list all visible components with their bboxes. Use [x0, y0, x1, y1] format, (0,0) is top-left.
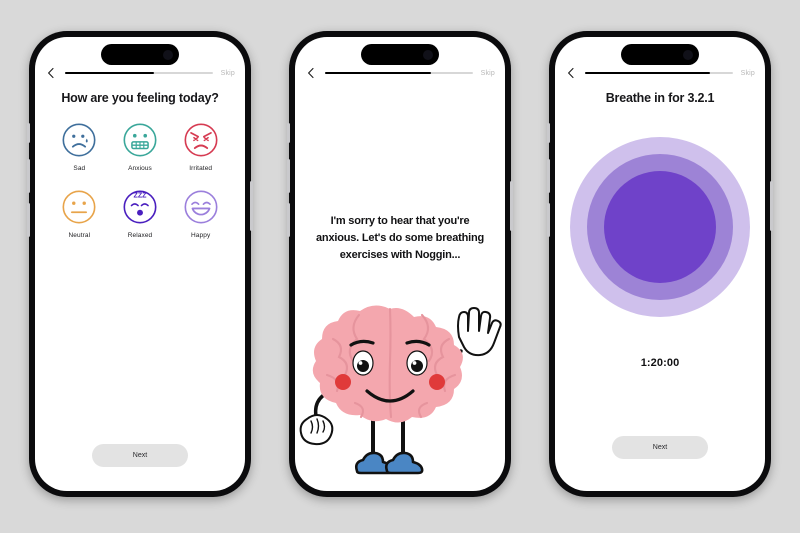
silent-switch[interactable]: [547, 123, 550, 143]
dynamic-island: [621, 44, 699, 65]
phone-screen-mood-picker: Skip How are you feeling today? Sad Anxi…: [35, 37, 245, 491]
nav-bar-2: Skip: [295, 64, 505, 82]
mood-label: Sad: [73, 165, 86, 172]
volume-up-button[interactable]: [287, 159, 290, 193]
progress-bar-2: [325, 72, 473, 74]
mood-label: Happy: [191, 232, 211, 239]
progress-bar-fill: [65, 72, 154, 74]
anxious-face-icon: [123, 123, 157, 157]
progress-bar-3: [585, 72, 733, 74]
power-button[interactable]: [770, 181, 773, 231]
irritated-face-icon: [184, 123, 218, 157]
noggin-brain-mascot: [295, 287, 505, 487]
front-camera-icon: [163, 49, 173, 60]
svg-text:ZZZ: ZZZ: [133, 192, 147, 200]
chevron-left-icon[interactable]: [565, 67, 577, 79]
skip-link-3[interactable]: Skip: [741, 70, 755, 77]
page-title-breathe: Breathe in for 3.2.1: [605, 91, 715, 105]
screenshot-stage: Skip How are you feeling today? Sad Anxi…: [0, 0, 800, 533]
chevron-left-icon[interactable]: [305, 67, 317, 79]
ring-inner: [604, 171, 716, 283]
mood-option-sad[interactable]: Sad: [49, 121, 110, 172]
mood-label: Relaxed: [127, 232, 153, 239]
skip-link-2[interactable]: Skip: [481, 70, 495, 77]
breathing-animation: [570, 137, 750, 317]
phone-mockup-3: Skip Breathe in for 3.2.1 1:20:00 Next: [547, 31, 773, 497]
next-button-3[interactable]: Next: [612, 436, 708, 459]
mood-option-irritated[interactable]: Irritated: [170, 121, 231, 172]
mascot-message-text: I'm sorry to hear that you're anxious. L…: [316, 215, 484, 262]
front-camera-icon: [683, 49, 693, 60]
happy-face-icon: [184, 190, 218, 224]
phone-screen-mascot-message: Skip I'm sorry to hear that you're anxio…: [295, 37, 505, 491]
mood-label: Neutral: [68, 232, 91, 239]
mood-option-happy[interactable]: Happy: [170, 188, 231, 239]
mood-option-neutral[interactable]: Neutral: [49, 188, 110, 239]
relaxed-face-icon: ZZZ: [123, 190, 157, 224]
front-camera-icon: [423, 49, 433, 60]
phone-mockup-2: Skip I'm sorry to hear that you're anxio…: [287, 31, 513, 497]
breathing-timer-value: 1:20:00: [640, 357, 680, 369]
nav-bar-1: Skip: [35, 64, 245, 82]
skip-link-1[interactable]: Skip: [221, 70, 235, 77]
dynamic-island: [101, 44, 179, 65]
dynamic-island: [361, 44, 439, 65]
mood-label: Anxious: [128, 165, 152, 172]
nav-bar-3: Skip: [555, 64, 765, 82]
neutral-face-icon: [62, 190, 96, 224]
silent-switch[interactable]: [27, 123, 30, 143]
mood-option-relaxed[interactable]: ZZZ Relaxed: [110, 188, 171, 239]
next-button-1[interactable]: Next: [92, 444, 188, 467]
silent-switch[interactable]: [287, 123, 290, 143]
volume-down-button[interactable]: [287, 203, 290, 237]
volume-down-button[interactable]: [27, 203, 30, 237]
power-button[interactable]: [250, 181, 253, 231]
sad-face-icon: [62, 123, 96, 157]
phone-screen-breathing-timer: Skip Breathe in for 3.2.1 1:20:00 Next: [555, 37, 765, 491]
progress-bar-fill: [585, 72, 711, 74]
volume-down-button[interactable]: [547, 203, 550, 237]
page-title-mood: How are you feeling today?: [61, 91, 219, 105]
volume-up-button[interactable]: [27, 159, 30, 193]
mood-option-anxious[interactable]: Anxious: [110, 121, 171, 172]
power-button[interactable]: [510, 181, 513, 231]
progress-bar-fill: [325, 72, 432, 74]
mood-label: Irritated: [189, 165, 213, 172]
progress-bar-1: [65, 72, 213, 74]
mood-grid: Sad Anxious Irritated Neutral ZZZ Relaxe…: [49, 121, 231, 239]
chevron-left-icon[interactable]: [45, 67, 57, 79]
phone-mockup-1: Skip How are you feeling today? Sad Anxi…: [27, 31, 253, 497]
volume-up-button[interactable]: [547, 159, 550, 193]
